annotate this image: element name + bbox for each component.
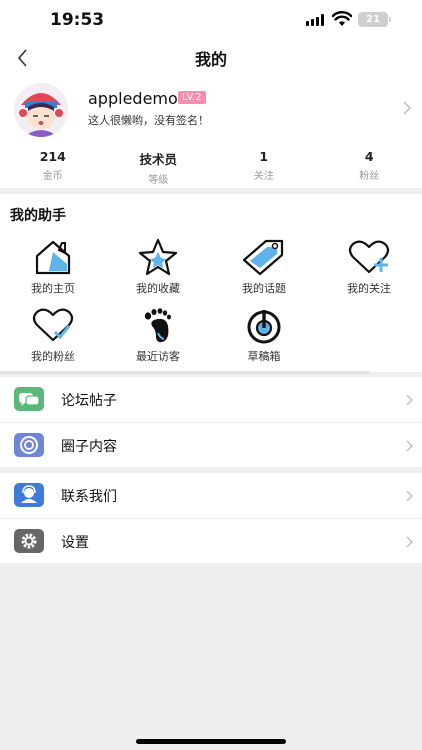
chevron-right-icon (406, 394, 413, 406)
menu-item-label: 设置 (61, 535, 89, 551)
footprint-icon (144, 308, 171, 343)
chevron-right-icon (406, 536, 413, 548)
helper-item-visitors[interactable]: 最近访客 (123, 306, 193, 364)
stat-label: 等级 (148, 175, 169, 186)
signature: 这人很懒哟，没有签名！ (88, 114, 209, 127)
stat-coins[interactable]: 214 金币 (0, 149, 106, 185)
menu-item-contact-us[interactable]: 联系我们 (0, 473, 422, 518)
menu-item-circle-content[interactable]: 圈子内容 (0, 422, 422, 467)
stat-value: 4 (364, 149, 374, 164)
gear-icon (14, 529, 44, 553)
home-indicator[interactable] (136, 739, 286, 744)
chat-icon (14, 387, 44, 411)
stat-fans[interactable]: 4 粉丝 (317, 149, 422, 185)
heart-plus-icon (348, 240, 390, 274)
chevron-right-icon (406, 490, 413, 502)
helper-label: 我的主页 (31, 282, 75, 295)
helper-label: 我的关注 (347, 282, 391, 295)
helper-item-fans[interactable]: 我的粉丝 (18, 306, 88, 364)
helper-item-topics[interactable]: 我的话题 (229, 238, 299, 296)
home-icon (35, 240, 71, 275)
helper-section: 我的助手 我的主页 我的收藏 我的话题 我的关注 我的粉丝 最近访客 草稿箱 (0, 194, 422, 372)
divider (0, 371, 370, 374)
stat-value: 技术员 (139, 152, 177, 167)
menu-item-label: 论坛帖子 (61, 393, 117, 409)
menu-item-forum-posts[interactable]: 论坛帖子 (0, 377, 422, 422)
status-time: 19:53 (50, 10, 105, 30)
helper-item-favorites[interactable]: 我的收藏 (123, 238, 193, 296)
stat-value: 214 (39, 149, 66, 164)
helper-label: 我的粉丝 (31, 350, 75, 363)
stat-value: 1 (259, 149, 269, 164)
chevron-right-icon (406, 440, 413, 452)
signal-icon (306, 14, 326, 26)
menu-group-general: 联系我们 设置 (0, 473, 422, 563)
helper-label: 最近访客 (136, 350, 180, 363)
stat-label: 金币 (42, 171, 63, 182)
chevron-right-icon (403, 101, 411, 115)
profile-card[interactable]: appledemo LV.2 这人很懒哟，没有签名！ 214 金币 技术员 等级… (0, 75, 422, 188)
level-badge: LV.2 (178, 91, 206, 104)
heart-check-icon (32, 308, 74, 342)
menu-group-content: 论坛帖子 圈子内容 (0, 377, 422, 467)
helper-item-drafts[interactable]: 草稿箱 (229, 306, 299, 364)
tag-icon (242, 239, 284, 276)
helper-item-home[interactable]: 我的主页 (18, 238, 88, 296)
section-title: 我的助手 (10, 208, 66, 224)
circle-icon (14, 433, 44, 457)
page-title: 我的 (194, 50, 227, 69)
helper-label: 我的话题 (242, 282, 286, 295)
helper-label: 我的收藏 (136, 282, 180, 295)
menu-item-label: 圈子内容 (61, 439, 117, 455)
star-icon (138, 238, 178, 276)
wifi-icon (332, 11, 352, 26)
menu-item-settings[interactable]: 设置 (0, 518, 422, 563)
stat-level[interactable]: 技术员 等级 (106, 149, 212, 186)
stat-label: 粉丝 (359, 171, 380, 182)
battery-icon: 21 (358, 12, 391, 27)
username: appledemo (88, 89, 178, 108)
menu-item-label: 联系我们 (61, 489, 117, 505)
contact-icon (14, 483, 44, 507)
avatar[interactable] (14, 83, 68, 137)
nav-bar: 我的 (0, 40, 422, 75)
helper-item-following[interactable]: 我的关注 (334, 238, 404, 296)
status-bar: 19:53 21 (0, 0, 422, 40)
stat-label: 关注 (253, 171, 274, 182)
stats-bar: 214 金币 技术员 等级 1 关注 4 粉丝 (0, 149, 422, 186)
helper-label: 草稿箱 (247, 350, 281, 363)
stat-following[interactable]: 1 关注 (211, 149, 317, 185)
draft-icon (247, 310, 281, 344)
